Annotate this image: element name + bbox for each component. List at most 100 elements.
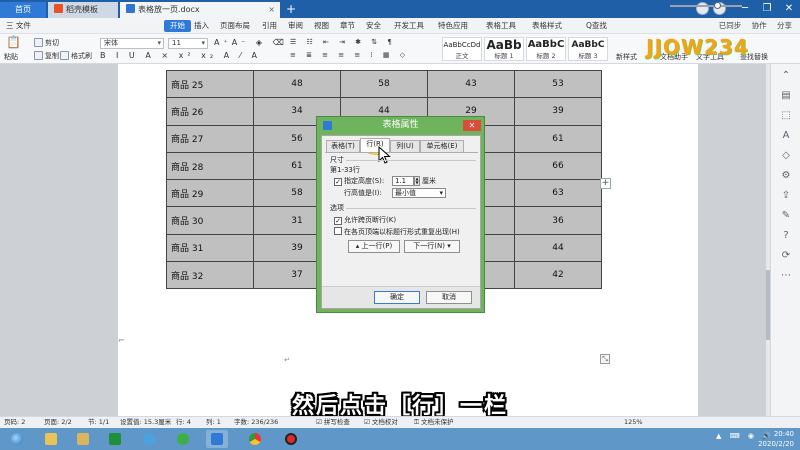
font-name-select[interactable]: 宋体	[100, 38, 164, 49]
value-cell[interactable]: 53	[514, 69, 602, 99]
collaborate-button[interactable]: 协作	[752, 21, 767, 30]
status-word-count[interactable]: 字数: 236/236	[234, 417, 278, 428]
zoom-level[interactable]: 125%	[624, 417, 643, 428]
taskbar-ie[interactable]	[172, 430, 194, 448]
text-format-buttons[interactable]: B I U A × x² x₂ A ⁄ A	[100, 51, 261, 60]
height-spinner[interactable]: ▲ ▼	[414, 176, 420, 186]
sync-status[interactable]: 已同步	[719, 21, 742, 30]
paragraph-list-buttons[interactable]: ☰ ☷ ⇤ ⇥ ✱ ⇅ ¶	[290, 38, 396, 46]
product-name-cell[interactable]: 商品 26	[166, 97, 254, 126]
menu-chapter[interactable]: 章节	[340, 20, 355, 32]
taskbar-clock[interactable]: 20:40 2020/2/20	[758, 429, 794, 449]
next-row-button[interactable]: 下一行(N) ▾	[404, 240, 460, 253]
tab-document[interactable]: 表格放一页.docx ×	[120, 2, 280, 18]
taskbar-recorder[interactable]	[280, 430, 302, 448]
close-window-icon[interactable]: ✕	[778, 0, 800, 18]
cloud-icon[interactable]	[696, 2, 709, 15]
row-height-select[interactable]: 最小值	[392, 188, 446, 198]
product-name-cell[interactable]: 商品 29	[166, 179, 254, 208]
status-section[interactable]: 节: 1/1	[88, 417, 109, 428]
menu-view[interactable]: 视图	[314, 20, 329, 32]
share-icon[interactable]: ⇪	[780, 190, 792, 202]
menu-file[interactable]: 三 文件	[6, 20, 31, 32]
close-tab-icon[interactable]: ×	[268, 2, 275, 18]
add-column-icon[interactable]: +	[600, 178, 611, 189]
help-icon[interactable]: ?	[780, 230, 792, 242]
style-heading-2[interactable]: AaBbC 标题 2	[526, 37, 566, 61]
start-button[interactable]	[6, 430, 28, 448]
protect-button[interactable]: ⚿ 文档未保护	[414, 417, 454, 428]
tab-cell[interactable]: 单元格(E)	[420, 140, 464, 152]
backup-icon[interactable]: ⟳	[780, 250, 792, 262]
menu-start[interactable]: 开始	[164, 20, 191, 32]
tab-column[interactable]: 列(U)	[390, 140, 420, 152]
product-name-cell[interactable]: 商品 32	[166, 261, 254, 290]
dialog-title-bar[interactable]: 表格属性 ✕	[317, 117, 484, 135]
proofread-button[interactable]: ☑ 文档校对	[364, 417, 398, 428]
more-icon[interactable]: ⋯	[780, 270, 792, 282]
style-heading-3[interactable]: AaBbC 标题 3	[568, 37, 608, 61]
value-cell[interactable]: 66	[514, 151, 602, 181]
minimize-icon[interactable]: ─	[734, 0, 756, 18]
font-size-buttons[interactable]: A⁺A⁻ ◈ ⌫	[214, 38, 288, 47]
paste-icon[interactable]: 📋	[6, 36, 21, 48]
ok-button[interactable]: 确定	[374, 291, 420, 304]
tab-home[interactable]: 首页	[0, 2, 46, 18]
style-icon[interactable]: A	[780, 130, 792, 142]
menu-insert[interactable]: 插入	[194, 20, 209, 32]
menu-security[interactable]: 安全	[366, 20, 381, 32]
prev-row-button[interactable]: ▴ 上一行(P)	[348, 240, 400, 253]
status-page-number[interactable]: 页码: 2	[4, 417, 25, 428]
value-cell[interactable]: 63	[514, 179, 602, 208]
value-cell[interactable]: 58	[340, 69, 428, 99]
tab-table[interactable]: 表格(T)	[326, 140, 360, 152]
cut-button[interactable]: 剪切	[34, 38, 59, 48]
product-name-cell[interactable]: 商品 31	[166, 233, 254, 263]
menu-table-tools[interactable]: 表格工具	[486, 20, 516, 32]
product-name-cell[interactable]: 商品 30	[166, 206, 254, 235]
menu-developer[interactable]: 开发工具	[394, 20, 424, 32]
new-style-button[interactable]: 新样式	[616, 52, 637, 62]
status-position[interactable]: 设置值: 15.3厘米	[120, 417, 171, 428]
table-resize-handle[interactable]: ⤡	[600, 354, 610, 364]
taskbar-explorer[interactable]	[40, 430, 62, 448]
page-margin-icon[interactable]: ⌐	[118, 336, 125, 345]
value-cell[interactable]: 44	[514, 233, 602, 263]
value-cell[interactable]: 48	[253, 69, 341, 99]
taskbar-chrome[interactable]	[244, 430, 266, 448]
value-cell[interactable]: 42	[514, 261, 602, 290]
paragraph-align-buttons[interactable]: ≡ ≣ ≡ ≡ ≡ ⁞ ▦ ◇	[290, 51, 409, 59]
value-cell[interactable]: 43	[427, 69, 515, 99]
menu-references[interactable]: 引用	[262, 20, 277, 32]
new-tab-button[interactable]: +	[286, 1, 296, 17]
zoom-slider[interactable]	[670, 5, 742, 7]
tab-template[interactable]: 稻壳模板	[48, 2, 118, 18]
collapse-icon[interactable]: ⌃	[780, 70, 792, 82]
font-size-select[interactable]: 11	[168, 38, 208, 49]
allow-break-checkbox[interactable]: ✓ 允许跨页断行(K)	[334, 215, 396, 225]
repeat-header-checkbox[interactable]: 在各页顶端以标题行形式重复出现(H)	[334, 227, 460, 237]
layout-icon[interactable]: ▤	[780, 90, 792, 102]
value-cell[interactable]: 61	[514, 124, 602, 153]
dialog-close-button[interactable]: ✕	[463, 120, 481, 131]
paste-button[interactable]: 粘贴	[4, 52, 18, 62]
product-name-cell[interactable]: 商品 28	[166, 151, 254, 181]
menu-features[interactable]: 特色应用	[438, 20, 468, 32]
wrench-icon[interactable]: ✎	[780, 210, 792, 222]
status-page-of[interactable]: 页面: 2/2	[44, 417, 72, 428]
maximize-icon[interactable]: ❐	[756, 0, 778, 18]
spell-check-button[interactable]: ☑ 拼写检查	[316, 417, 350, 428]
taskbar-wps[interactable]	[206, 430, 228, 448]
cancel-button[interactable]: 取消	[426, 291, 472, 304]
zoom-slider-thumb[interactable]	[714, 2, 721, 9]
taskbar-files[interactable]	[72, 430, 94, 448]
menu-page-layout[interactable]: 页面布局	[220, 20, 250, 32]
product-name-cell[interactable]: 商品 27	[166, 124, 254, 153]
share-button[interactable]: 分享	[777, 21, 792, 30]
height-input[interactable]: 1.1	[392, 176, 414, 186]
value-cell[interactable]: 36	[514, 206, 602, 235]
specify-height-checkbox[interactable]: ✓ 指定高度(S):	[334, 176, 384, 186]
copy-button[interactable]: 复制	[34, 51, 59, 61]
select-icon[interactable]: ⬚	[780, 110, 792, 122]
taskbar-cloud[interactable]	[138, 430, 160, 448]
